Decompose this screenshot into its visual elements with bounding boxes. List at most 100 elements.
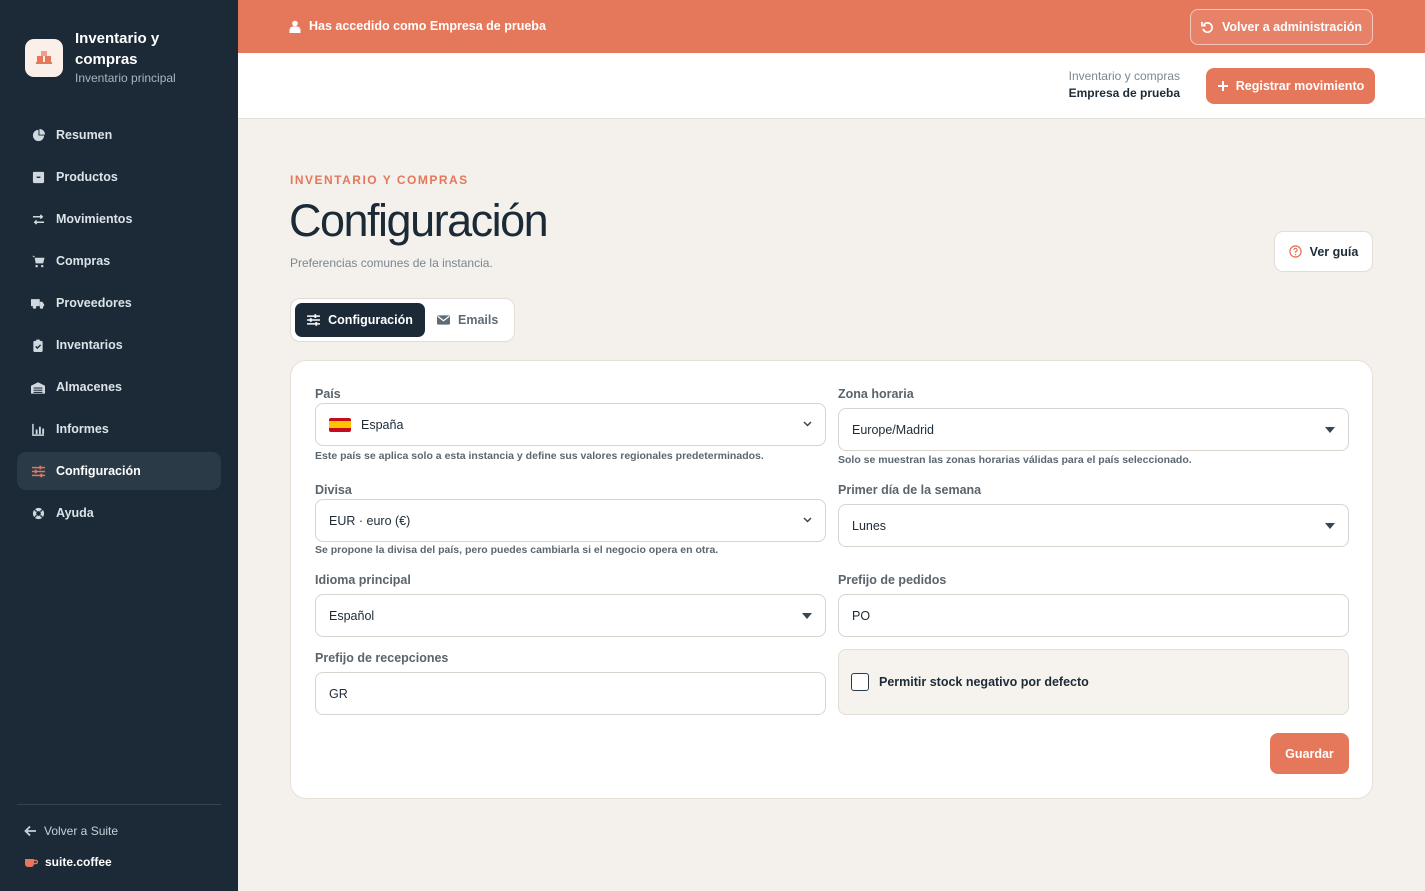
tab-emails[interactable]: Emails	[437, 303, 507, 337]
sidebar-nav: Resumen Productos Movimientos Compras Pr…	[17, 116, 221, 536]
brand: Inventario y compras Inventario principa…	[25, 28, 205, 85]
chevron-down-icon	[803, 517, 812, 523]
timezone-select[interactable]: Europe/Madrid	[838, 408, 1349, 451]
back-to-admin-label: Volver a administración	[1221, 20, 1363, 34]
settings-form-card: País España Este país se aplica solo a e…	[290, 360, 1373, 799]
receipt-prefix-value: GR	[329, 686, 348, 701]
sliders-icon	[31, 464, 45, 478]
receipt-prefix-label: Prefijo de recepciones	[315, 651, 449, 665]
view-guide-button[interactable]: Ver guía	[1274, 231, 1373, 272]
sidebar-item-inventarios[interactable]: Inventarios	[17, 326, 221, 364]
sidebar-item-label: Proveedores	[56, 296, 132, 310]
tab-configuracion[interactable]: Configuración	[295, 303, 425, 337]
sidebar-item-label: Resumen	[56, 128, 113, 142]
country-value: España	[361, 417, 404, 432]
sidebar-divider	[17, 804, 221, 805]
order-prefix-label: Prefijo de pedidos	[838, 573, 947, 587]
tab-label: Emails	[458, 313, 499, 327]
receipt-prefix-input[interactable]: GR	[315, 672, 826, 715]
warehouse-icon	[31, 380, 45, 394]
save-button[interactable]: Guardar	[1270, 733, 1349, 774]
undo-icon	[1201, 21, 1213, 33]
sidebar-item-informes[interactable]: Informes	[17, 410, 221, 448]
sidebar-item-label: Productos	[56, 170, 118, 184]
sidebar-item-label: Informes	[56, 422, 109, 436]
order-prefix-value: PO	[852, 608, 871, 623]
register-movement-label: Registrar movimiento	[1235, 79, 1365, 93]
back-to-admin-button[interactable]: Volver a administración	[1190, 9, 1373, 45]
plus-icon	[1217, 81, 1228, 91]
sliders-icon	[307, 314, 321, 326]
page-eyebrow: INVENTARIO Y COMPRAS	[290, 173, 469, 187]
header-context-company: Empresa de prueba	[1068, 86, 1180, 100]
help-circle-icon	[1288, 245, 1302, 258]
sidebar-item-configuracion[interactable]: Configuración	[17, 452, 221, 490]
brand-subtitle: Inventario principal	[75, 71, 176, 85]
arrow-left-icon	[24, 825, 36, 837]
banner-text: Has accedido como Empresa de prueba	[309, 19, 546, 33]
view-guide-label: Ver guía	[1309, 244, 1359, 259]
register-movement-button[interactable]: Registrar movimiento	[1206, 68, 1375, 104]
cart-icon	[31, 254, 45, 268]
currency-value: EUR · euro (€)	[329, 513, 411, 528]
currency-label: Divisa	[315, 483, 352, 497]
impersonation-banner: Has accedido como Empresa de prueba Volv…	[238, 0, 1425, 53]
header-context-module: Inventario y compras	[1068, 69, 1180, 83]
currency-select[interactable]: EUR · euro (€)	[315, 499, 826, 542]
language-label: Idioma principal	[315, 573, 411, 587]
negative-stock-panel: Permitir stock negativo por defecto	[838, 649, 1349, 715]
coffee-cup-icon	[25, 859, 38, 867]
currency-help: Se propone la divisa del país, pero pued…	[315, 544, 719, 556]
sidebar-item-almacenes[interactable]: Almacenes	[17, 368, 221, 406]
first-day-value: Lunes	[852, 518, 887, 533]
suite-brand-label: suite.coffee	[45, 855, 112, 869]
bar-chart-icon	[31, 422, 45, 436]
sidebar-item-proveedores[interactable]: Proveedores	[17, 284, 221, 322]
caret-down-icon	[1325, 427, 1335, 433]
suite-brand[interactable]: suite.coffee	[24, 855, 112, 869]
swap-arrows-icon	[31, 212, 45, 226]
clipboard-check-icon	[31, 338, 45, 352]
page-title: Configuración	[289, 195, 549, 246]
country-help: Este país se aplica solo a esta instanci…	[315, 450, 764, 462]
sidebar-item-ayuda[interactable]: Ayuda	[17, 494, 221, 532]
language-value: Español	[329, 608, 375, 623]
sidebar: Inventario y compras Inventario principa…	[0, 0, 238, 891]
brand-logo-icon	[25, 39, 63, 77]
envelope-icon	[437, 315, 450, 325]
banner-message: Has accedido como Empresa de prueba	[289, 19, 546, 33]
first-day-label: Primer día de la semana	[838, 483, 982, 497]
user-icon	[289, 20, 301, 33]
order-prefix-input[interactable]: PO	[838, 594, 1349, 637]
sidebar-item-productos[interactable]: Productos	[17, 158, 221, 196]
spain-flag-icon	[329, 417, 351, 432]
language-select[interactable]: Español	[315, 594, 826, 637]
country-select[interactable]: España	[315, 403, 826, 446]
sidebar-item-label: Inventarios	[56, 338, 123, 352]
timezone-help: Solo se muestran las zonas horarias váli…	[838, 454, 1192, 466]
timezone-label: Zona horaria	[838, 387, 914, 401]
caret-down-icon	[802, 613, 812, 619]
back-to-suite-link[interactable]: Volver a Suite	[24, 824, 118, 838]
negative-stock-checkbox[interactable]	[851, 673, 869, 691]
header-context: Inventario y compras Empresa de prueba	[1069, 69, 1180, 100]
first-day-select[interactable]: Lunes	[838, 504, 1349, 547]
box-icon	[31, 170, 45, 184]
timezone-value: Europe/Madrid	[852, 422, 934, 437]
sidebar-item-movimientos[interactable]: Movimientos	[17, 200, 221, 238]
negative-stock-label: Permitir stock negativo por defecto	[879, 675, 1089, 689]
sidebar-item-label: Movimientos	[56, 212, 133, 226]
sidebar-item-label: Configuración	[56, 464, 141, 478]
sidebar-item-compras[interactable]: Compras	[17, 242, 221, 280]
brand-title: Inventario y compras	[75, 30, 160, 68]
sidebar-item-label: Almacenes	[56, 380, 123, 394]
back-to-suite-label: Volver a Suite	[44, 824, 119, 838]
sidebar-item-resumen[interactable]: Resumen	[17, 116, 221, 154]
country-label: País	[315, 387, 341, 401]
pie-chart-icon	[31, 128, 45, 142]
truck-icon	[31, 296, 45, 310]
caret-down-icon	[1325, 523, 1335, 529]
sidebar-item-label: Compras	[56, 254, 111, 268]
top-header: Inventario y compras Empresa de prueba R…	[238, 53, 1425, 119]
page-subtitle: Preferencias comunes de la instancia.	[290, 256, 493, 270]
